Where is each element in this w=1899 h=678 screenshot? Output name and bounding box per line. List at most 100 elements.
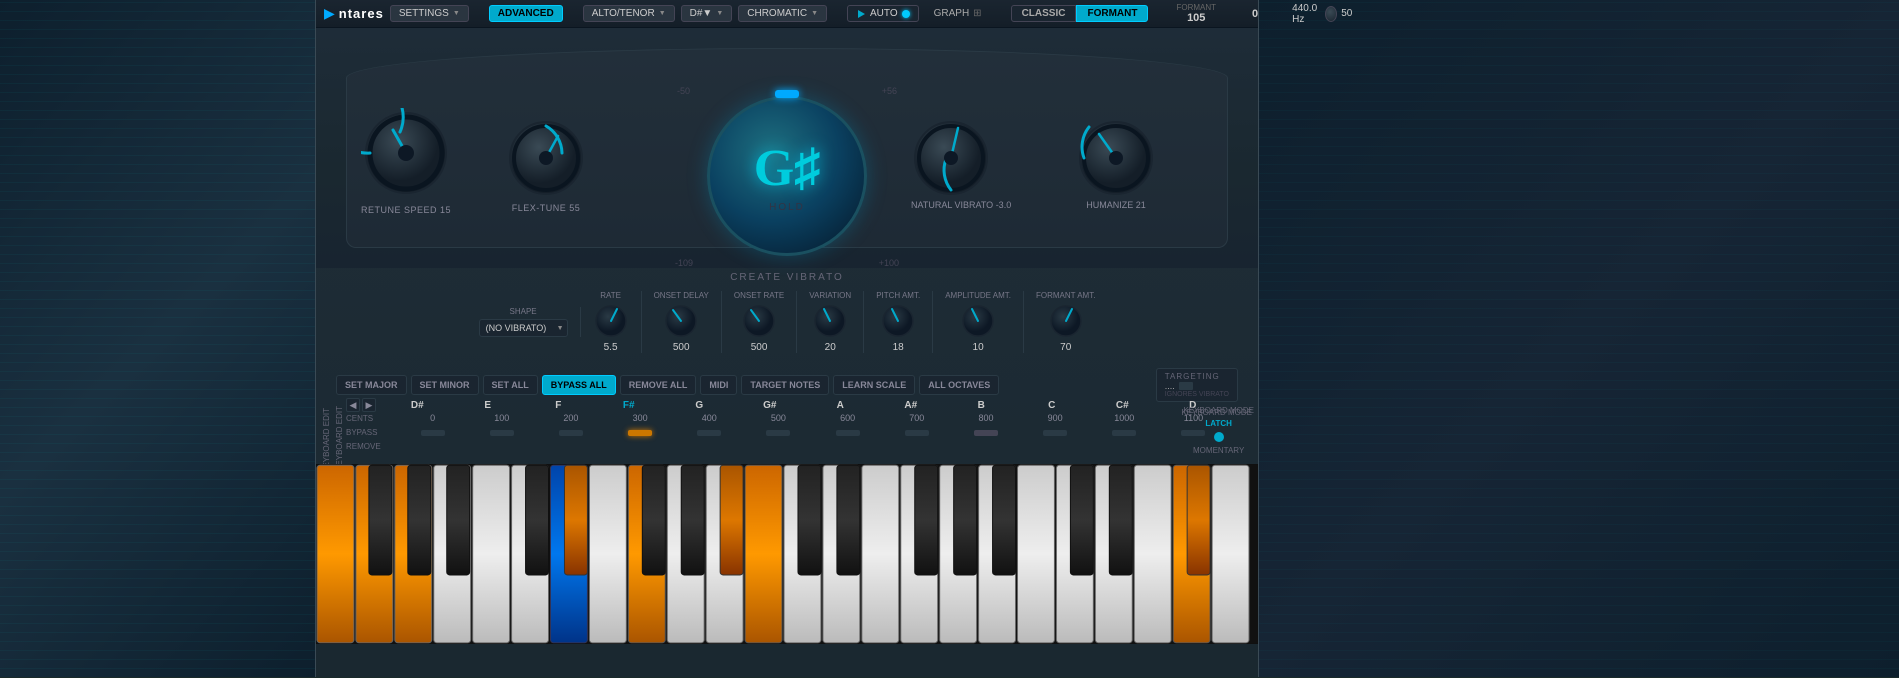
latch-indicator[interactable] [1214,432,1224,442]
scale-bottom: -109 +100 [667,258,907,268]
flex-tune-knob-svg[interactable] [506,118,586,198]
vibrato-formant-amt: FORMANT AMT. 70 [1024,291,1107,353]
humanize-knob-svg[interactable] [1076,118,1156,198]
vibrato-pitch-amt: PITCH AMT. 18 [864,291,933,353]
targeting-box: TARGETING .... IGNORES VIBRATO [1156,368,1238,402]
cents-row: CENTS 0 100 200 300 400 500 600 700 800 … [346,413,1228,423]
bypass-ind-1 [467,430,536,436]
ignores-vibrato-label: IGNORES VIBRATO [1165,391,1229,398]
cents-3: 300 [606,413,675,423]
variation-knob[interactable] [812,303,848,339]
scale-right: +56 [882,86,897,96]
tab-advanced[interactable]: ADVANCED [489,5,563,22]
auto-button[interactable]: AUTO [847,5,919,22]
rate-label: RATE [600,291,621,300]
note-col-8: B [946,400,1017,411]
cents-2: 200 [536,413,605,423]
all-octaves-btn[interactable]: ALL OCTAVES [919,375,999,395]
vibrato-variation: VARIATION 20 [797,291,864,353]
retune-speed-knob-svg[interactable] [361,108,451,198]
humanize-knob-wrap [1076,118,1156,198]
keyboard-mode-vertical: KEYBOARD MODE [1183,406,1254,415]
pitch-amt-label: PITCH AMT. [876,291,920,300]
onset-rate-knob[interactable] [741,303,777,339]
cents-6: 600 [813,413,882,423]
learn-scale-btn[interactable]: LEARN SCALE [833,375,915,395]
pitch-amt-knob[interactable] [880,303,916,339]
targeting-label: TARGETING [1165,372,1229,381]
note-col-0: D# [382,400,453,411]
bypass-dot-7 [905,430,929,436]
note-col-4: G [664,400,735,411]
cents-1: 100 [467,413,536,423]
bypass-dot-6 [836,430,860,436]
bypass-dot-1 [490,430,514,436]
rate-knob[interactable] [593,303,629,339]
bypass-ind-10 [1090,430,1159,436]
shape-select[interactable]: (NO VIBRATO) [479,319,568,337]
bypass-dot-3-active [628,430,652,436]
transpose-value: 0 [1252,8,1258,20]
bypass-ind-5 [744,430,813,436]
nav-right-btn[interactable]: ▶ [362,398,376,412]
scale-dropdown[interactable]: CHROMATIC [738,5,827,22]
targeting-icon [1179,382,1193,390]
natural-vibrato-container: NATURAL VIBRATO -3.0 [911,118,1011,210]
momentary-label: MOMENTARY [1193,446,1244,455]
settings-dropdown[interactable]: SETTINGS [390,5,469,22]
bypass-dot-4 [697,430,721,436]
target-notes-btn[interactable]: TARGET NOTES [741,375,829,395]
vibrato-onset-delay: ONSET DELAY 500 [642,291,722,353]
logo: ▶ ntares [324,5,384,22]
bypass-all-btn[interactable]: BYPASS ALL [542,375,616,395]
scale-buttons-row: SET MAJOR SET MINOR SET ALL BYPASS ALL R… [336,368,1238,402]
cents-0: 0 [398,413,467,423]
remove-all-btn[interactable]: REMOVE ALL [620,375,697,395]
plugin-container: ▶ ntares SETTINGS ADVANCED ALTO/TENOR D#… [315,0,1259,677]
note-col-7: A# [876,400,947,411]
vibrato-section: CREATE VIBRATO SHAPE (NO VIBRATO) ▼ RATE [316,268,1258,357]
vibrato-rate: RATE 5.5 [581,291,642,353]
set-minor-btn[interactable]: SET MINOR [411,375,479,395]
piano-svg [316,464,1258,644]
formant-label: FORMANT [1176,3,1216,12]
key-dropdown[interactable]: D#▼ [681,5,733,22]
pitch-top-indicator [775,90,799,98]
mode-buttons: CLASSIC FORMANT [1011,5,1149,22]
midi-btn[interactable]: MIDI [700,375,737,395]
latch-label: LATCH [1205,419,1232,428]
bg-right-lines [1259,0,1899,677]
level-value: 50 [1341,8,1352,19]
graph-button[interactable]: GRAPH ⊞ [925,5,991,22]
tuning-value: 440.0 Hz [1292,3,1321,25]
formant-mode-btn[interactable]: FORMANT [1076,5,1148,22]
formant-amt-knob[interactable] [1048,303,1084,339]
humanize-label: HUMANIZE 21 [1076,200,1156,210]
humanize-container: HUMANIZE 21 [1076,118,1156,210]
formant-param: FORMANT 105 [1168,3,1224,24]
natural-vibrato-knob-svg[interactable] [911,118,991,198]
bypass-dot-2 [559,430,583,436]
tuning-knob[interactable] [1325,6,1337,22]
classic-mode-btn[interactable]: CLASSIC [1011,5,1077,22]
set-all-btn[interactable]: SET ALL [483,375,538,395]
vibrato-onset-rate: ONSET RATE 500 [722,291,797,353]
note-col-10: C# [1087,400,1158,411]
logo-text: ntares [339,6,384,21]
scale-left: -50 [677,86,690,96]
note-col-1: E [453,400,524,411]
onset-delay-knob[interactable] [663,303,699,339]
bg-right-panel [1259,0,1899,677]
voice-type-dropdown[interactable]: ALTO/TENOR [583,5,675,22]
vibrato-amplitude-amt: AMPLITUDE AMT. 10 [933,291,1024,353]
scale-bottom-left: -109 [675,258,693,268]
targeting-value: .... [1165,381,1229,391]
flex-tune-value: 55 [569,203,580,213]
set-major-btn[interactable]: SET MAJOR [336,375,407,395]
voice-type-label: ALTO/TENOR [592,8,655,19]
amplitude-amt-knob[interactable] [960,303,996,339]
scale-bottom-right: +100 [879,258,899,268]
retune-speed-label: RETUNE SPEED 15 [361,205,451,215]
nat-vibrato-knob-wrap [911,118,991,198]
humanize-value: 21 [1136,200,1146,210]
